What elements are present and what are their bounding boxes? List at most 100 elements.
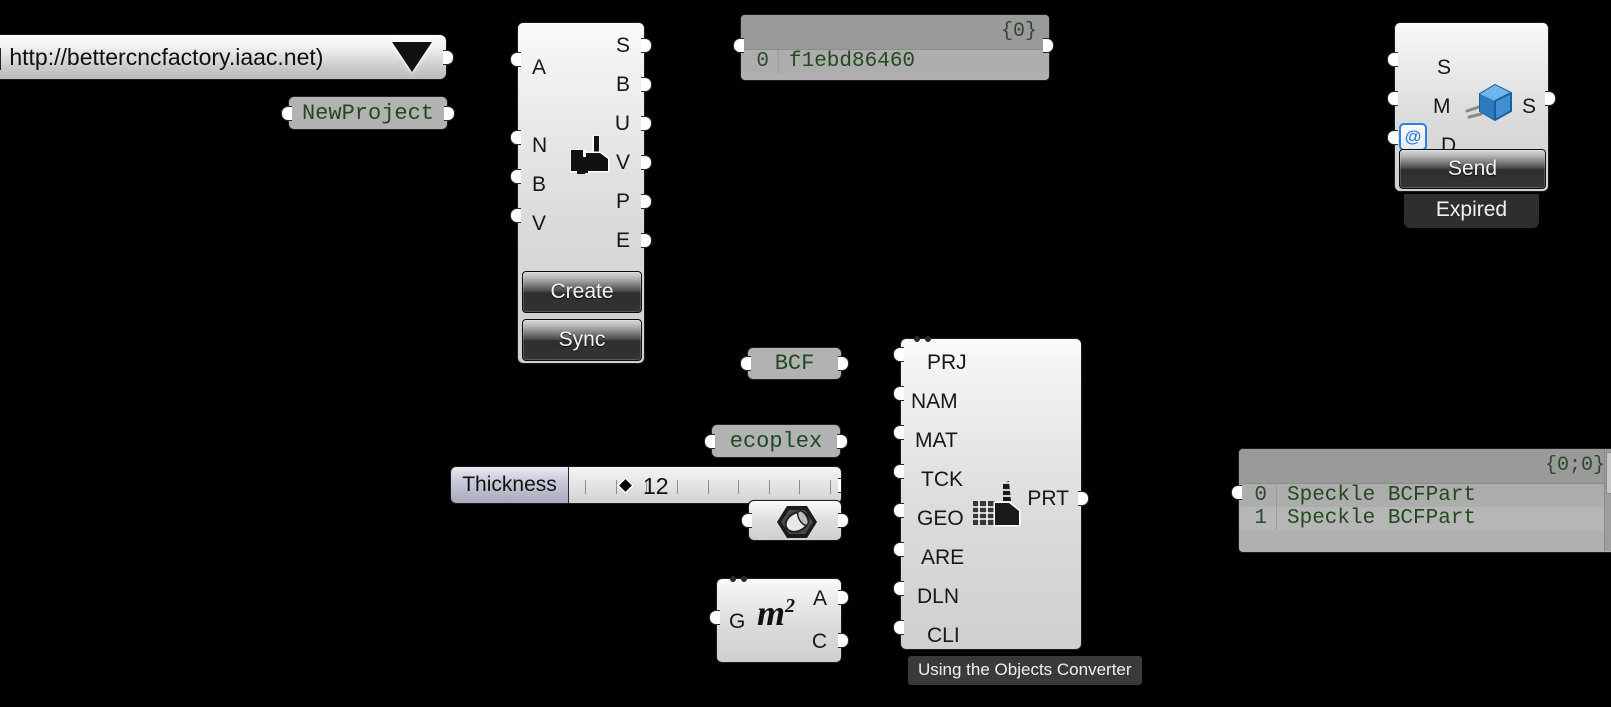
row-value: f1ebd86460	[789, 50, 916, 73]
area-input-nub[interactable]	[709, 610, 720, 625]
output-nub-prt[interactable]	[1078, 491, 1089, 506]
hexagon-extrusion-icon	[777, 506, 817, 538]
area-output-nub-c[interactable]	[838, 633, 849, 648]
output-port-s: S	[1521, 95, 1536, 118]
output-port-prt: PRT	[1027, 487, 1069, 510]
input-nub-s[interactable]	[1387, 52, 1398, 67]
table-row: 0 f1ebd86460	[741, 50, 1049, 73]
result-panel-header: {0;0}	[1239, 449, 1611, 484]
thickness-slider-track[interactable]: 12	[569, 467, 841, 503]
output-port-v: V	[615, 151, 630, 174]
sync-button[interactable]: Sync	[522, 319, 642, 361]
table-row: 0 Speckle BCFPart	[1239, 484, 1611, 507]
input-nub-are[interactable]	[893, 542, 904, 557]
material-output-nub[interactable]	[837, 434, 848, 449]
create-button-label: Create	[550, 280, 614, 303]
input-port-v: V	[532, 212, 547, 235]
flatten-at-icon[interactable]: @	[1399, 123, 1427, 151]
input-port-b: B	[532, 173, 547, 196]
speckle-cube-icon	[1465, 83, 1512, 122]
param-input-nub[interactable]	[281, 106, 292, 121]
slider-output-nub[interactable]	[838, 478, 841, 493]
input-nub-a[interactable]	[510, 52, 521, 67]
input-nub-v[interactable]	[510, 208, 521, 223]
area-output-nub-a[interactable]	[838, 590, 849, 605]
input-port-tck: TCK	[921, 468, 963, 491]
input-nub-mat[interactable]	[893, 425, 904, 440]
input-nub-cli[interactable]	[893, 620, 904, 635]
material-param-value: ecoplex	[729, 428, 823, 454]
input-port-a: A	[532, 56, 547, 79]
factory-component[interactable]: A N B V S B U V P E Create Sync	[510, 22, 652, 364]
status-badge: Expired	[1404, 194, 1539, 228]
output-nub-s[interactable]	[641, 38, 652, 53]
send-button-label: Send	[1447, 157, 1498, 180]
input-nub-nam[interactable]	[893, 386, 904, 401]
output-nub-s[interactable]	[1545, 91, 1556, 106]
bcf-output-nub[interactable]	[838, 356, 849, 371]
output-nub-b[interactable]	[641, 77, 652, 92]
input-port-s: S	[1437, 56, 1452, 79]
input-port-dln: DLN	[917, 585, 960, 608]
bcfpart-component[interactable]: PRJ NAM MAT TCK GEO ARE DLN CLI PRT	[893, 336, 1089, 650]
material-param[interactable]: ecoplex	[704, 424, 848, 458]
input-nub-prj[interactable]	[893, 347, 904, 362]
bcf-param[interactable]: BCF	[740, 347, 849, 380]
input-port-nam: NAM	[911, 390, 958, 413]
sync-button-label: Sync	[558, 328, 606, 351]
input-nub-b[interactable]	[510, 169, 521, 184]
output-port-p: P	[615, 190, 630, 213]
id-panel[interactable]: {0} 0 f1ebd86460	[740, 14, 1050, 81]
input-nub-m[interactable]	[1387, 91, 1398, 106]
input-port-prj: PRJ	[927, 351, 967, 374]
node-grip[interactable]	[913, 336, 935, 343]
speckle-sender-component[interactable]: S M D @ S Send	[1387, 22, 1556, 192]
thickness-slider-value: 12	[643, 473, 669, 499]
result-panel[interactable]: {0;0} 0 Speckle BCFPart 1 Speckle BCFPar…	[1238, 448, 1611, 553]
output-nub-p[interactable]	[641, 194, 652, 209]
input-port-g: G	[729, 610, 746, 633]
dropdown-output-nub[interactable]	[443, 50, 454, 65]
project-name-value: NewProject	[301, 100, 435, 126]
grasshopper-canvas[interactable]: | http://bettercncfactory.iaac.net) NewP…	[0, 0, 1611, 707]
bcf-param-value: BCF	[774, 351, 815, 376]
m2-area-icon: m2	[757, 593, 796, 633]
input-nub-d[interactable]	[1387, 130, 1398, 145]
extrusion-input-nub[interactable]	[741, 513, 752, 528]
thickness-slider[interactable]: Thickness 12	[450, 466, 842, 504]
project-url-dropdown[interactable]: | http://bettercncfactory.iaac.net)	[0, 34, 454, 80]
material-input-nub[interactable]	[704, 434, 715, 449]
id-panel-output-nub[interactable]	[1043, 38, 1054, 53]
create-button[interactable]: Create	[522, 271, 642, 313]
input-port-cli: CLI	[927, 624, 960, 647]
chevron-down-icon[interactable]	[392, 42, 432, 72]
factory-brick-icon	[973, 481, 1021, 527]
send-button[interactable]: Send	[1399, 149, 1546, 189]
component-tooltip: Using the Objects Converter	[908, 656, 1142, 685]
output-nub-v[interactable]	[641, 155, 652, 170]
input-nub-n[interactable]	[510, 130, 521, 145]
factory-icon	[570, 135, 610, 174]
id-panel-input-nub[interactable]	[733, 38, 744, 53]
row-index: 0	[741, 50, 779, 73]
input-nub-dln[interactable]	[893, 581, 904, 596]
id-panel-header: {0}	[741, 15, 1049, 50]
bcf-input-nub[interactable]	[740, 356, 751, 371]
extrusion-component[interactable]	[741, 500, 849, 541]
extrusion-output-nub[interactable]	[838, 513, 849, 528]
project-url-value: | http://bettercncfactory.iaac.net)	[0, 43, 324, 70]
input-nub-geo[interactable]	[893, 503, 904, 518]
panel-scrollbar[interactable]	[1604, 450, 1611, 551]
output-nub-e[interactable]	[641, 233, 652, 248]
project-name-param[interactable]: NewProject	[281, 96, 455, 130]
input-nub-tck[interactable]	[893, 464, 904, 479]
input-port-geo: GEO	[917, 507, 964, 530]
row-index: 1	[1239, 507, 1277, 530]
output-nub-u[interactable]	[641, 116, 652, 131]
output-port-e: E	[615, 229, 630, 252]
area-component[interactable]: G A C m2	[709, 576, 849, 663]
result-panel-input-nub[interactable]	[1231, 485, 1242, 500]
node-grip[interactable]	[729, 576, 751, 583]
param-output-nub[interactable]	[444, 106, 455, 121]
table-row: 1 Speckle BCFPart	[1239, 507, 1611, 530]
